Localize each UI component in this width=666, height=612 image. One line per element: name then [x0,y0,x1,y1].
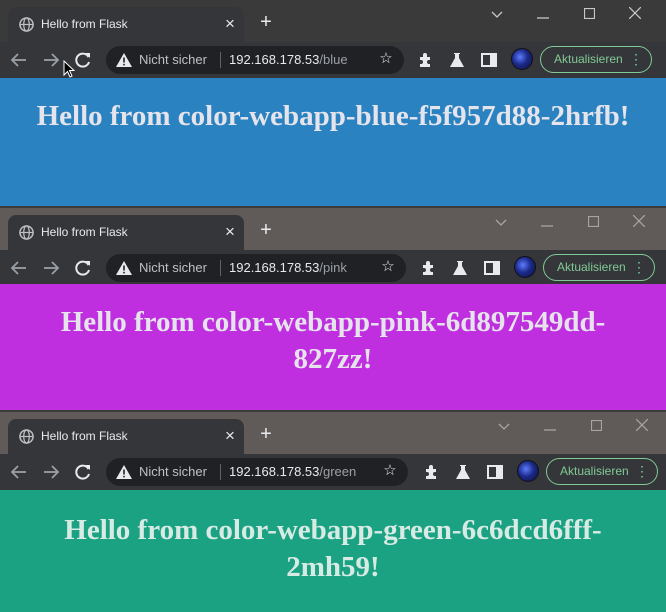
url-path: /blue [319,52,348,67]
url-host: 192.168.178.53 [229,464,320,479]
kebab-menu-icon[interactable]: ⋮ [635,463,649,479]
security-status[interactable]: Nicht sicher [139,260,207,275]
page-content: Hello from color-webapp-blue-f5f957d88-2… [0,78,666,206]
divider [220,464,221,480]
puzzle-icon[interactable] [417,51,435,69]
minimize-icon[interactable] [539,416,561,436]
avatar[interactable] [511,48,533,70]
warning-icon[interactable] [116,53,132,67]
update-button-label: Aktualisieren [557,260,626,274]
warning-icon[interactable] [116,465,132,479]
address-bar[interactable]: Nicht sicher 192.168.178.53/blue ☆ [106,46,404,74]
globe-icon [19,17,34,32]
browser-window-green: Hello from Flask × + Nicht sicher 192.16… [0,412,666,612]
toolbar: Nicht sicher 192.168.178.53/pink ☆ Aktua… [0,250,666,284]
minimize-icon[interactable] [532,4,554,24]
update-button-label: Aktualisieren [554,52,623,66]
star-icon[interactable]: ☆ [382,463,398,479]
toolbar: Nicht sicher 192.168.178.53/green ☆ Aktu… [0,454,666,490]
avatar[interactable] [514,256,536,278]
avatar[interactable] [517,460,539,482]
close-icon[interactable]: × [222,15,238,32]
url-text[interactable]: 192.168.178.53/pink [229,260,347,275]
side-panel-icon[interactable] [486,463,504,481]
kebab-menu-icon[interactable]: ⋮ [629,51,643,67]
title-bar: Hello from Flask × + [0,208,666,250]
flask-icon[interactable] [454,463,472,481]
browser-window-pink: Hello from Flask × + Nicht sicher 192.16… [0,208,666,410]
security-status[interactable]: Nicht sicher [139,464,207,479]
arrow-left-icon[interactable] [9,50,29,70]
browser-window-blue: Hello from Flask × + Nicht sicher 192.16… [0,0,666,206]
chevron-down-icon[interactable] [490,212,512,232]
maximize-icon[interactable] [578,4,600,24]
globe-icon [19,225,34,240]
url-text[interactable]: 192.168.178.53/green [229,464,356,479]
tab-title: Hello from Flask [41,17,128,31]
page-heading: Hello from color-webapp-blue-f5f957d88-2… [36,100,630,132]
plus-icon[interactable]: + [257,220,275,240]
page-heading: Hello from color-webapp-pink-6d897549dd-… [60,306,606,375]
side-panel-icon[interactable] [480,51,498,69]
toolbar: Nicht sicher 192.168.178.53/blue ☆ Aktua… [0,42,666,78]
globe-icon [19,429,34,444]
update-button[interactable]: Aktualisieren ⋮ [540,46,652,73]
reload-icon[interactable] [73,50,93,70]
title-bar: Hello from Flask × + [0,0,666,42]
reload-icon[interactable] [73,258,93,278]
divider [220,52,221,68]
page-content: Hello from color-webapp-pink-6d897549dd-… [0,284,666,410]
reload-icon[interactable] [73,462,93,482]
flask-icon[interactable] [448,51,466,69]
flask-icon[interactable] [451,259,469,277]
chevron-down-icon[interactable] [486,4,508,24]
close-icon[interactable]: × [222,223,238,240]
url-host: 192.168.178.53 [229,52,320,67]
tab-active[interactable]: Hello from Flask × [8,7,244,42]
arrow-left-icon[interactable] [9,258,29,278]
puzzle-icon[interactable] [420,259,438,277]
tab-title: Hello from Flask [41,225,128,239]
side-panel-icon[interactable] [483,259,501,277]
window-close-icon[interactable] [628,212,650,232]
title-bar: Hello from Flask × + [0,412,666,454]
window-close-icon[interactable] [624,4,646,24]
window-close-icon[interactable] [631,416,653,436]
star-icon[interactable]: ☆ [378,51,394,67]
tab-active[interactable]: Hello from Flask × [8,419,244,454]
arrow-right-icon[interactable] [41,462,61,482]
url-path: /green [319,464,357,479]
address-bar[interactable]: Nicht sicher 192.168.178.53/green ☆ [106,458,408,486]
star-icon[interactable]: ☆ [380,259,396,275]
maximize-icon[interactable] [585,416,607,436]
security-status[interactable]: Nicht sicher [139,52,207,67]
divider [220,260,221,276]
arrow-right-icon[interactable] [41,258,61,278]
close-icon[interactable]: × [222,427,238,444]
arrow-left-icon[interactable] [9,462,29,482]
address-bar[interactable]: Nicht sicher 192.168.178.53/pink ☆ [106,254,406,282]
update-button-label: Aktualisieren [560,464,629,478]
update-button[interactable]: Aktualisieren ⋮ [543,254,655,281]
tab-title: Hello from Flask [41,429,128,443]
mouse-cursor-icon [63,60,75,78]
update-button[interactable]: Aktualisieren ⋮ [546,458,658,485]
url-host: 192.168.178.53 [229,260,320,275]
plus-icon[interactable]: + [257,12,275,32]
minimize-icon[interactable] [536,212,558,232]
tab-active[interactable]: Hello from Flask × [8,215,244,250]
arrow-right-icon[interactable] [41,50,61,70]
kebab-menu-icon[interactable]: ⋮ [632,259,646,275]
chevron-down-icon[interactable] [493,416,515,436]
maximize-icon[interactable] [582,212,604,232]
url-path: /pink [319,260,347,275]
page-heading: Hello from color-webapp-green-6c6dcd6fff… [64,514,602,583]
url-text[interactable]: 192.168.178.53/blue [229,52,348,67]
plus-icon[interactable]: + [257,424,275,444]
warning-icon[interactable] [116,261,132,275]
puzzle-icon[interactable] [423,463,441,481]
page-content: Hello from color-webapp-green-6c6dcd6fff… [0,490,666,612]
